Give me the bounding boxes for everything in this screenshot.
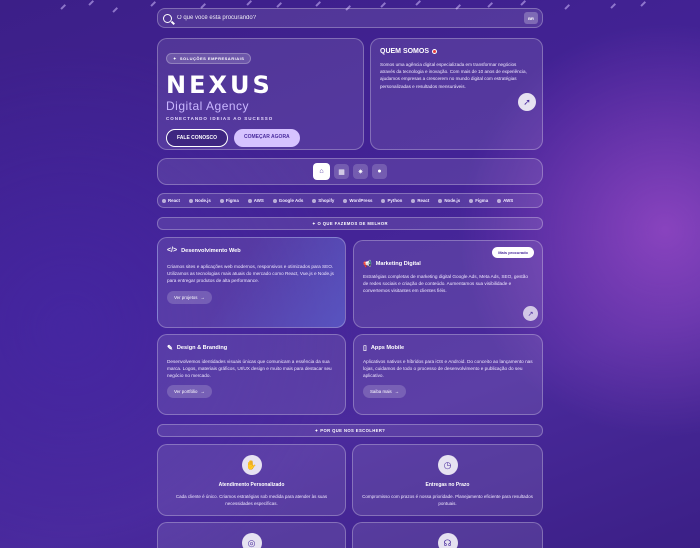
hero-badge-label: SOLUÇÕES EMPRESARIAIS — [179, 56, 245, 61]
code-icon: </> — [167, 247, 178, 254]
icon-nav: ⌂ ▦ ✷ ● — [157, 158, 543, 185]
search-bar: BR — [157, 8, 543, 28]
view-projects-link[interactable]: Ver projetos → — [167, 290, 212, 304]
tech-item: Figma — [219, 198, 239, 203]
brand-subtitle: Digital Agency — [166, 99, 250, 113]
why-title: Atendimento Personalizado — [218, 482, 285, 488]
brush-icon: ✎ — [167, 345, 173, 352]
view-portfolio-link[interactable]: Ver portfólio → — [167, 384, 212, 398]
clock-icon: ◷ — [437, 455, 458, 475]
target-icon — [432, 49, 438, 54]
service-card-design[interactable]: ✎ Design & Branding Desenvolvemos identi… — [157, 334, 346, 415]
about-title-text: QUEM SOMOS — [380, 48, 430, 55]
headset-icon: ☊ — [437, 533, 458, 548]
why-card-personalized: ✋ Atendimento Personalizado Cada cliente… — [157, 444, 346, 516]
tech-item: Shopify — [312, 198, 334, 203]
grid-icon[interactable]: ▦ — [334, 164, 349, 179]
tech-item: Google Ads — [272, 198, 303, 203]
about-text: Somos uma agência digital especializada … — [380, 62, 527, 89]
user-icon[interactable]: ● — [372, 164, 387, 179]
brand-title: NEXUS — [166, 71, 273, 99]
popular-badge: Mais procurado — [492, 247, 534, 258]
tech-item: Figma — [469, 198, 488, 203]
service-text: Criamos sites e aplicações web modernos,… — [167, 264, 334, 284]
why-text: Cada cliente é único. Criamos estratégia… — [175, 494, 328, 506]
home-icon[interactable]: ⌂ — [313, 163, 330, 180]
gear-icon[interactable]: ✷ — [353, 164, 368, 179]
service-title: ✎ Design & Branding — [167, 345, 228, 352]
about-title: QUEM SOMOS — [380, 48, 533, 55]
hero-tagline: CONECTANDO IDEIAS AO SUCESSO — [166, 116, 274, 121]
learn-more-link[interactable]: Saiba mais → — [363, 384, 407, 398]
why-card-deadlines: ◷ Entregas no Prazo Compromisso com praz… — [352, 444, 543, 516]
why-text: Compromisso com prazos é nossa prioridad… — [362, 494, 533, 506]
service-text: Desenvolvemos identidades visuais únicas… — [167, 359, 332, 379]
service-card-mobile[interactable]: ▯ Apps Mobile Aplicativos nativos e híbr… — [353, 334, 543, 415]
service-text: Estratégias completas de marketing digit… — [363, 274, 528, 294]
service-text: Aplicativos nativos e híbridos para iOS … — [363, 359, 533, 379]
why-heading-text: POR QUE NOS ESCOLHER? — [320, 428, 386, 433]
contact-button[interactable]: FALE CONOSCO — [166, 129, 229, 147]
hero-badge: ✦ SOLUÇÕES EMPRESARIAIS — [166, 53, 252, 64]
megaphone-icon: 📢 — [363, 261, 372, 268]
mobile-icon: ▯ — [363, 345, 367, 352]
arrow-right-icon: → — [394, 388, 400, 394]
service-title: 📢 Marketing Digital — [363, 261, 421, 268]
hero-card: ✦ SOLUÇÕES EMPRESARIAIS NEXUS Digital Ag… — [157, 38, 364, 150]
service-card-marketing[interactable]: Mais procurado 📢 Marketing Digital Estra… — [353, 240, 543, 328]
services-heading: ✦ O QUE FAZEMOS DE MELHOR — [157, 217, 543, 230]
tech-ticker: React Node.js Figma AWS Google Ads Shopi… — [157, 193, 543, 208]
services-heading-text: O QUE FAZEMOS DE MELHOR — [317, 221, 388, 226]
why-card-third: ◎ — [157, 522, 346, 548]
search-icon — [163, 13, 172, 23]
sparkle-icon: ✦ — [173, 56, 177, 61]
why-heading: ✦ POR QUE NOS ESCOLHER? — [157, 424, 543, 437]
service-title: ▯ Apps Mobile — [363, 345, 405, 352]
chart-icon[interactable]: ↗ — [523, 306, 538, 321]
tech-item: React — [162, 198, 180, 203]
service-title: </> Desenvolvimento Web — [167, 247, 241, 254]
arrow-right-icon: → — [200, 388, 205, 394]
why-title: Entregas no Prazo — [425, 482, 470, 488]
tech-item: Node.js — [438, 198, 460, 203]
tech-item: Python — [381, 198, 402, 203]
arrow-right-icon: → — [200, 294, 205, 300]
about-card: QUEM SOMOS Somos uma agência digital esp… — [370, 38, 543, 150]
language-toggle[interactable]: BR — [524, 12, 538, 24]
handshake-icon: ✋ — [241, 455, 262, 475]
tech-item: Node.js — [188, 198, 211, 203]
tech-item: WordPress — [343, 198, 372, 203]
search-input[interactable] — [177, 15, 524, 21]
service-card-web[interactable]: </> Desenvolvimento Web Criamos sites e … — [157, 237, 346, 328]
rocket-icon[interactable]: ➚ — [518, 93, 536, 111]
why-card-fourth: ☊ — [352, 522, 543, 548]
tech-item: AWS — [247, 198, 264, 203]
tech-item: React — [411, 198, 429, 203]
tech-item: AWS — [497, 198, 513, 203]
target-icon: ◎ — [241, 533, 262, 548]
start-button[interactable]: COMEÇAR AGORA — [234, 129, 300, 147]
